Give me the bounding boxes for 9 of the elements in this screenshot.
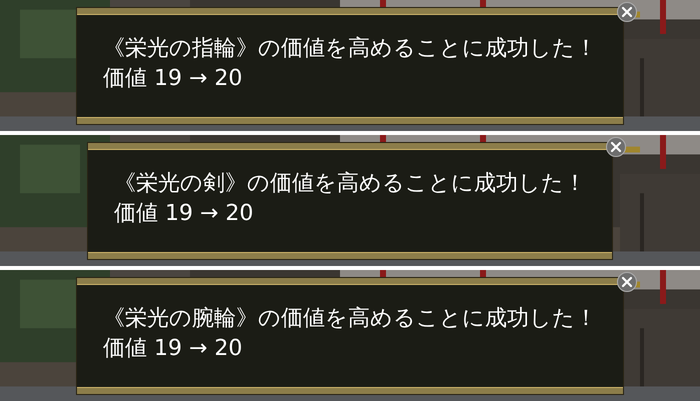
close-icon[interactable] xyxy=(606,136,626,156)
close-icon[interactable] xyxy=(617,2,637,22)
value-text: 価値 19 → 20 xyxy=(103,64,244,92)
value-text: 価値 19 → 20 xyxy=(103,334,244,362)
message-text: 《栄光の剣》の価値を高めることに成功した！ xyxy=(114,170,586,198)
message-text: 《栄光の指輪》の価値を高めることに成功した！ xyxy=(103,34,597,62)
close-icon[interactable] xyxy=(617,272,637,292)
message-text: 《栄光の腕輪》の価値を高めることに成功した！ xyxy=(103,304,597,332)
value-text: 価値 19 → 20 xyxy=(114,200,254,228)
